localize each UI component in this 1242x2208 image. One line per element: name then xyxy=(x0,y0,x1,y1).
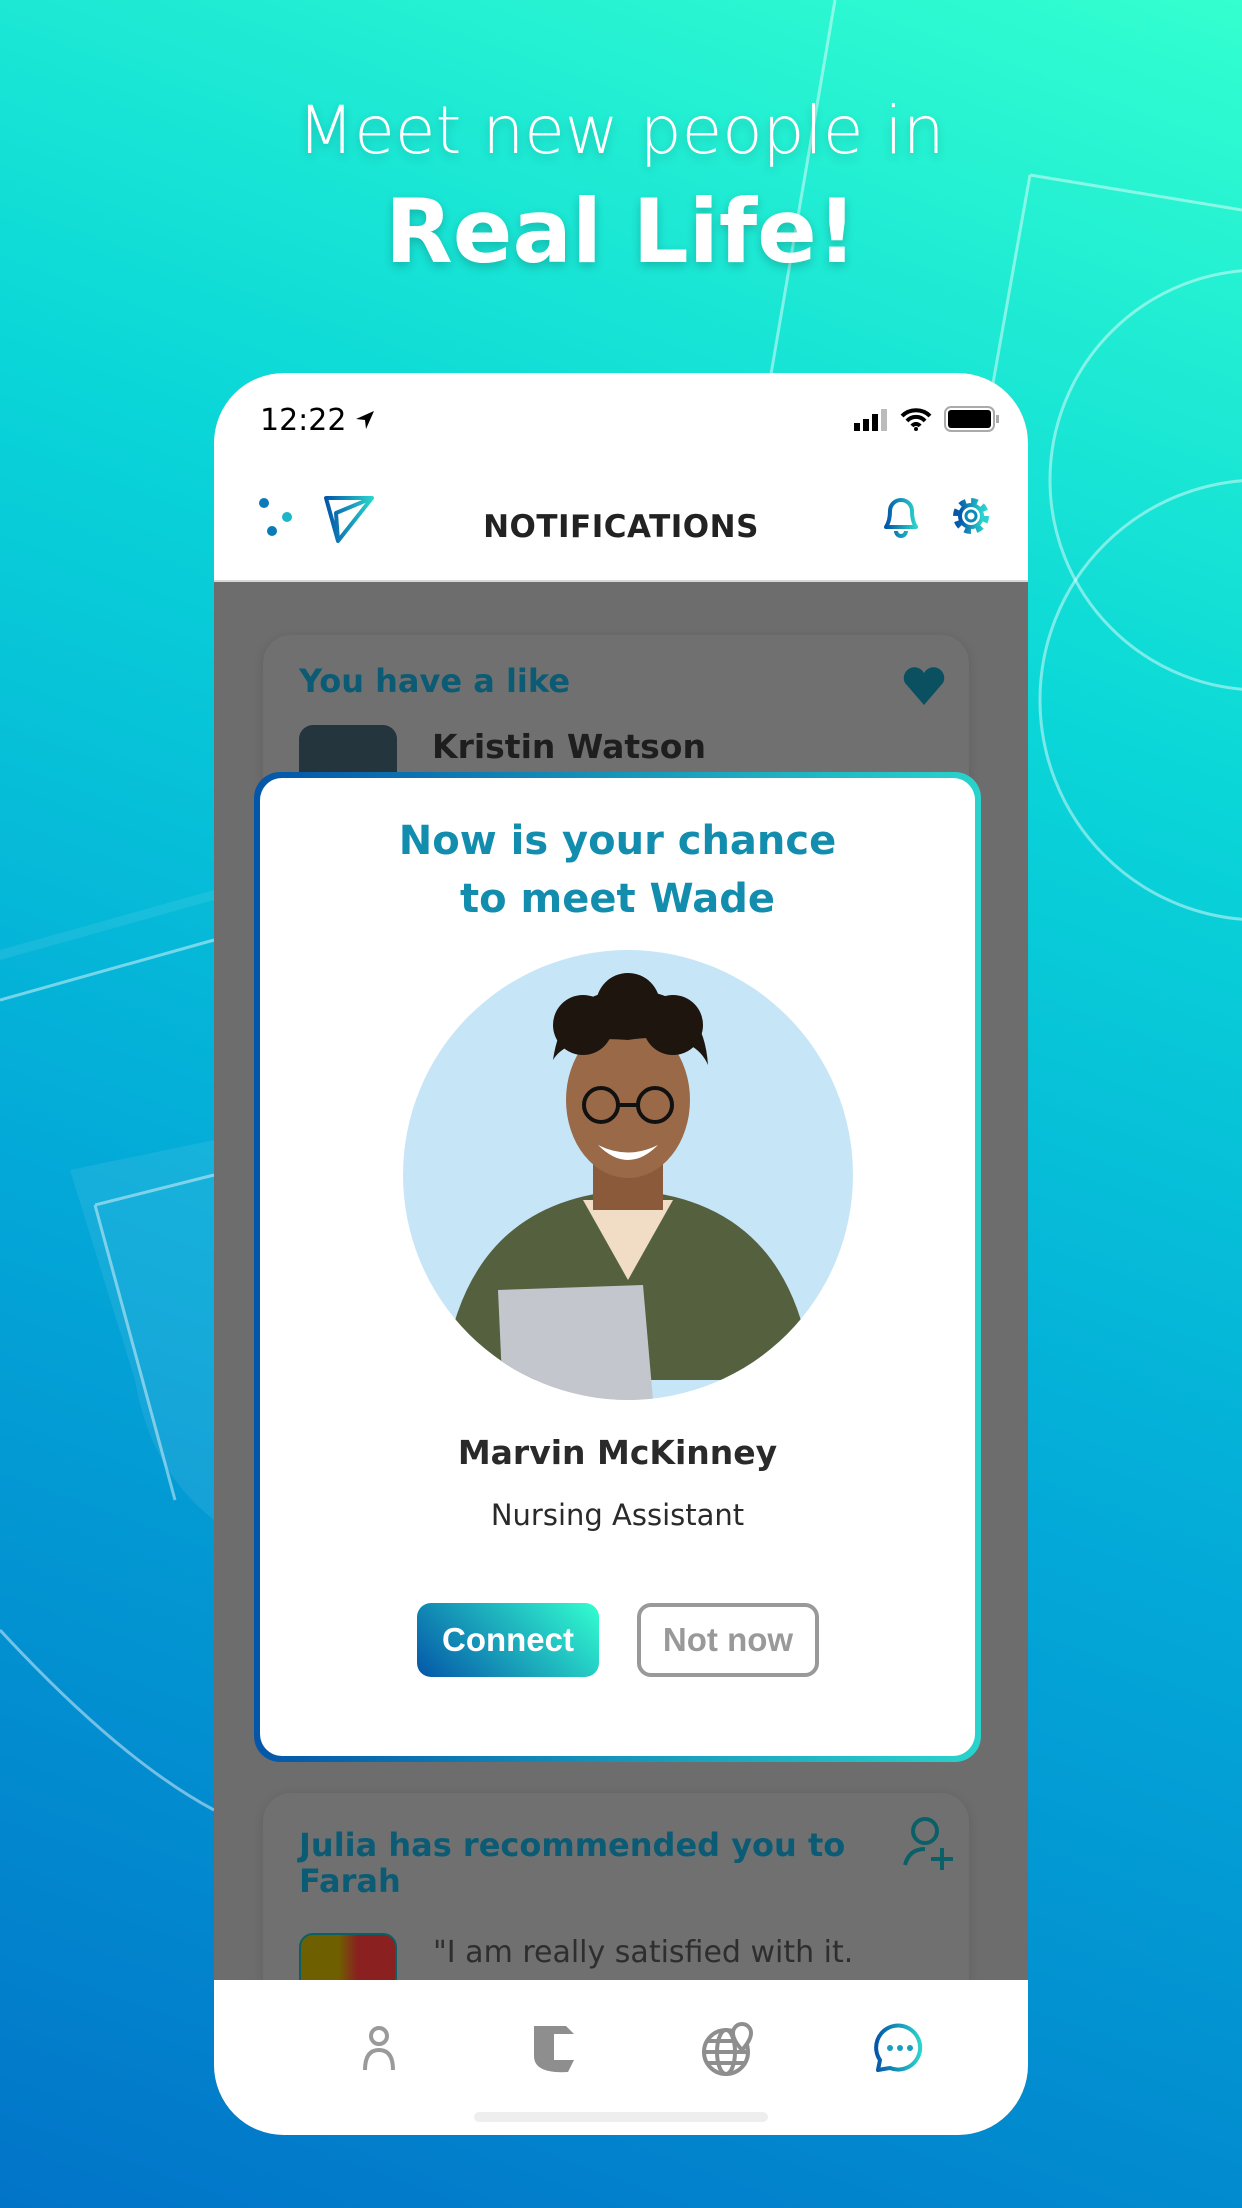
location-arrow-icon xyxy=(356,411,374,429)
heart-icon xyxy=(903,667,945,705)
modal-title-line2: to meet Wade xyxy=(460,876,775,922)
liker-name: Kristin Watson xyxy=(432,727,706,766)
bottom-nav xyxy=(214,1980,1028,2135)
profile-photo xyxy=(403,950,853,1400)
signal-icon xyxy=(854,409,887,431)
wifi-icon xyxy=(900,408,932,431)
bell-icon[interactable] xyxy=(880,491,922,541)
chat-icon[interactable] xyxy=(870,2020,930,2080)
promo-headline-line2: Real Life! xyxy=(385,180,857,283)
connect-button[interactable]: Connect xyxy=(417,1603,599,1677)
home-indicator xyxy=(474,2112,768,2122)
modal-title-line1: Now is your chance xyxy=(398,818,837,864)
match-modal: Now is your chance to meet Wade Marvin Mc… xyxy=(254,772,981,1762)
app-header: NOTIFICATIONS xyxy=(214,473,1028,582)
phone-frame: 12:22 NOTIFICATIONS You have a like Kris… xyxy=(214,373,1028,2135)
status-time: 12:22 xyxy=(260,403,347,438)
promo-headline-line1: Meet new people in xyxy=(297,92,945,169)
gear-icon[interactable] xyxy=(948,493,994,539)
not-now-button[interactable]: Not now xyxy=(637,1603,819,1677)
profile-role: Nursing Assistant xyxy=(490,1498,745,1532)
recommendation-quote: "I am really satisfied with it. xyxy=(433,1935,854,1970)
add-user-icon[interactable] xyxy=(901,1815,957,1871)
profile-name: Marvin McKinney xyxy=(457,1433,778,1472)
battery-icon xyxy=(944,406,999,432)
profile-icon[interactable] xyxy=(349,2020,409,2080)
card-title: Julia has recommended you to Farah xyxy=(299,1826,846,1900)
globe-pin-icon[interactable] xyxy=(698,2020,758,2080)
status-bar: 12:22 xyxy=(214,373,1028,473)
logo-icon[interactable] xyxy=(526,2020,586,2080)
modal-title: Now is your chance to meet Wade xyxy=(260,812,975,928)
card-title: You have a like xyxy=(299,662,571,700)
